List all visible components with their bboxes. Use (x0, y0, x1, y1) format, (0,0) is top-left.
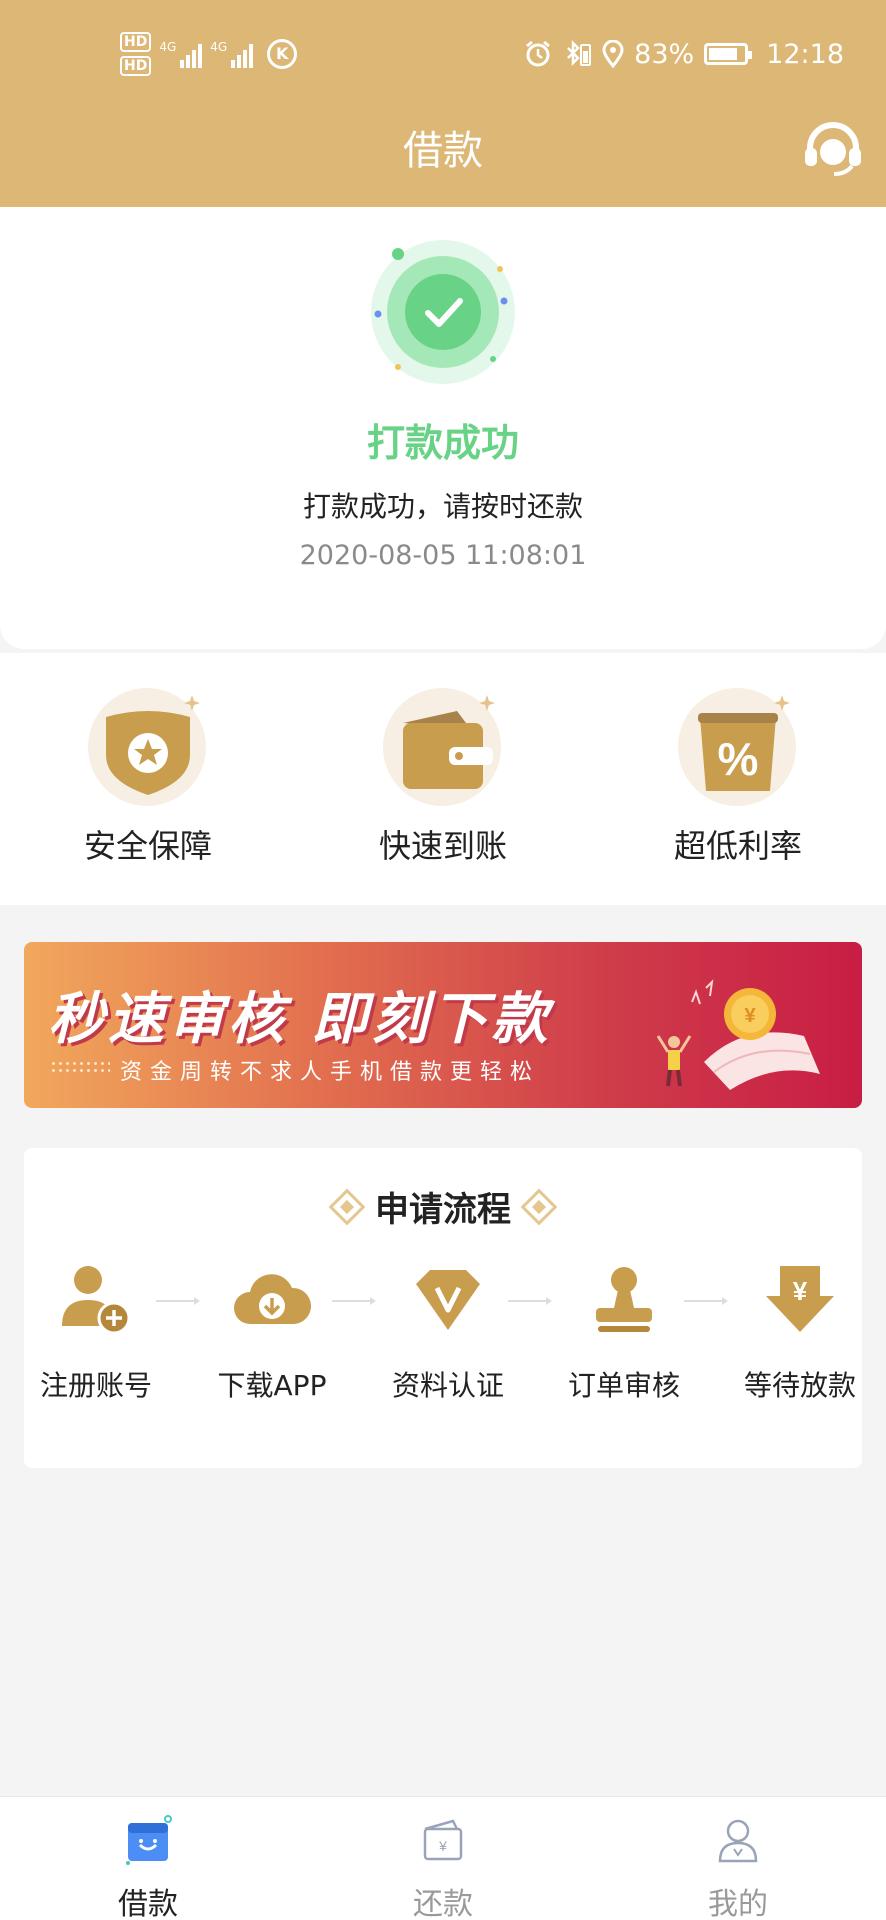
hd-indicators: HD HD (120, 32, 152, 76)
battery-level (709, 48, 738, 60)
result-message: 打款成功，请按时还款 (302, 490, 583, 523)
check-icon (371, 240, 515, 384)
diamond-ornament-icon (520, 1188, 558, 1225)
signal-2-icon: 4G (210, 40, 254, 68)
status-bar: HD HD 4G 4G K 83% 12:18 (0, 0, 886, 110)
feature-security: 安全保障 (48, 683, 248, 867)
step-label: 等待放款 (743, 1369, 856, 1402)
network-type-1: 4G (159, 40, 177, 54)
user-add-icon (62, 1266, 131, 1335)
cloud-download-icon (234, 1274, 312, 1324)
banner-title: 秒速审核 即刻下款 (48, 987, 552, 1052)
coin-illustration-icon: ¥ (656, 979, 820, 1090)
feature-icon-wrap (88, 683, 208, 806)
process-title-row: 申请流程 (24, 1182, 862, 1231)
step-label: 资料认证 (391, 1369, 504, 1402)
profile-icon (718, 1819, 758, 1863)
location-icon (602, 40, 624, 68)
svg-text:%: % (718, 733, 759, 785)
yuan-arrow-icon: ¥ (766, 1266, 834, 1332)
step-label: 订单审核 (567, 1369, 680, 1402)
process-step: 订单审核 (544, 1260, 704, 1404)
hd-badge-2: HD (120, 56, 152, 76)
tab-repay[interactable]: ¥ 还款 (363, 1813, 523, 1920)
stamp-icon (596, 1267, 652, 1332)
k-app-icon: K (267, 39, 298, 69)
svg-text:¥: ¥ (438, 1838, 447, 1854)
tab-profile[interactable]: 我的 (658, 1813, 818, 1920)
page-title: 借款 (403, 128, 483, 174)
feature-icon-wrap: % (678, 683, 798, 806)
feature-icon-wrap (383, 683, 503, 806)
tab-loan[interactable]: 借款 (68, 1813, 228, 1920)
tab-label: 我的 (708, 1887, 768, 1920)
process-title: 申请流程 (375, 1190, 511, 1230)
banner-subtitle: 资金周转不求人手机借款更轻松 (120, 1060, 541, 1085)
diamond-ornament-icon (328, 1188, 366, 1225)
signal-1-icon: 4G (159, 40, 203, 68)
svg-text:¥: ¥ (793, 1276, 808, 1306)
result-card: 打款成功 打款成功，请按时还款 2020-08-05 11:08:01 (0, 207, 886, 649)
banner-dots (50, 1060, 110, 1076)
app-header: HD HD 4G 4G K 83% 12:18 借款 (0, 0, 886, 207)
process-step: ¥ 等待放款 (720, 1260, 880, 1404)
feature-label: 快速到账 (378, 827, 507, 865)
feature-label: 安全保障 (83, 827, 212, 865)
battery-percent: 83% (634, 38, 695, 70)
feature-row: 安全保障 快速到账 % 超低利率 (0, 653, 886, 905)
clock: 12:18 (766, 38, 844, 70)
step-label: 注册账号 (39, 1369, 152, 1402)
repay-icon: ¥ (423, 1819, 463, 1861)
process-step: 下载APP (192, 1260, 352, 1404)
status-right: 83% 12:18 (524, 34, 844, 74)
svg-text:¥: ¥ (744, 1005, 756, 1027)
tab-label: 借款 (118, 1887, 178, 1920)
bottom-tab-bar: 借款 ¥ 还款 我的 (0, 1796, 886, 1920)
result-title: 打款成功 (366, 421, 519, 465)
process-step: 资料认证 (368, 1260, 528, 1404)
feature-rate: % 超低利率 (638, 683, 838, 867)
feature-label: 超低利率 (673, 827, 802, 865)
verified-icon (416, 1270, 480, 1330)
alarm-icon (526, 40, 551, 67)
bluetooth-icon (567, 39, 592, 67)
status-left: HD HD 4G 4G K (120, 26, 298, 82)
shield-icon (106, 695, 200, 795)
process-step: 注册账号 (16, 1260, 176, 1404)
network-type-2: 4G (210, 40, 228, 54)
loan-icon (126, 1815, 172, 1865)
promo-banner[interactable]: 秒速审核 即刻下款 资金周转不求人手机借款更轻松 ¥ (24, 942, 862, 1108)
result-timestamp: 2020-08-05 11:08:01 (299, 540, 587, 571)
percent-icon: % (698, 695, 790, 791)
application-process-card: 申请流程 注册账号 下载APP 资料认证 订单审核 ¥ 等待放款 (24, 1148, 862, 1468)
feature-fast: 快速到账 (343, 683, 543, 867)
hd-badge-1: HD (120, 32, 152, 52)
battery-icon (704, 43, 753, 65)
step-label: 下载APP (217, 1369, 327, 1402)
wallet-icon (403, 695, 495, 789)
customer-service-headset-icon[interactable] (802, 122, 864, 178)
tab-label: 还款 (413, 1887, 473, 1920)
